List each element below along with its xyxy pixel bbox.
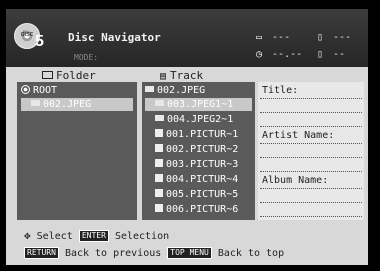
- divider: [260, 126, 362, 127]
- track-file-icon: ▯: [317, 49, 324, 60]
- picture-icon: [155, 189, 163, 197]
- folder-icon: [155, 115, 164, 121]
- back-top-hint: Back to top: [217, 248, 285, 259]
- selection-hint: Selection: [114, 231, 170, 242]
- track-item-label: 003.PICTUR~3: [166, 159, 239, 170]
- time-value: --.--: [272, 49, 303, 60]
- track-value: --: [333, 49, 346, 60]
- track-display: ▯ --: [317, 49, 345, 60]
- folder-item-selected[interactable]: 002.JPEG: [21, 98, 133, 111]
- folder-item[interactable]: ROOT: [21, 84, 133, 97]
- picture-icon: [155, 129, 163, 137]
- divider: [260, 98, 362, 99]
- track-item[interactable]: 002.PICTUR~2: [155, 143, 252, 156]
- time-display: ◷ --.--: [256, 49, 302, 60]
- mode-label: MODE:: [74, 53, 99, 62]
- disc-number: 5: [35, 33, 44, 50]
- folder-list-pane[interactable]: ROOT 002.JPEG: [17, 82, 137, 220]
- folder-outline-icon: [42, 71, 53, 79]
- divider: [260, 171, 362, 172]
- track-item-label: 001.PICTUR~1: [166, 129, 239, 140]
- folder-icon: [145, 86, 154, 92]
- footer-row-2: RETURN Back to previous TOP MENU Back to…: [24, 247, 284, 259]
- folder-outline-icon: ▭: [256, 32, 263, 43]
- divider: [260, 143, 362, 144]
- title-label: Title:: [262, 85, 299, 96]
- track-item[interactable]: 006.PICTUR~6: [155, 203, 252, 216]
- topmenu-key: TOP MENU: [167, 247, 212, 259]
- folder-item-label: ROOT: [33, 85, 58, 96]
- track-item[interactable]: 001.PICTUR~1: [155, 128, 252, 141]
- file-icon: ▤: [160, 71, 167, 82]
- folder-count-display: ▭ ---: [256, 32, 290, 43]
- info-pane: Title: Artist Name: Album Name:: [258, 82, 364, 220]
- track-item[interactable]: 003.PICTUR~3: [155, 158, 252, 171]
- track-item-label: 003.JPEG1~1: [167, 99, 234, 110]
- track-item-label: 005.PICTUR~5: [166, 189, 239, 200]
- file-icon: ▯: [317, 32, 324, 43]
- divider: [260, 216, 362, 217]
- picture-icon: [155, 159, 163, 167]
- file-count-value: ---: [333, 32, 352, 43]
- folder-column-title: Folder: [56, 69, 96, 82]
- track-list-pane[interactable]: 002.JPEG 003.JPEG1~1 004.JPEG2~1 001.PIC…: [142, 82, 255, 220]
- folder-count-value: ---: [272, 32, 291, 43]
- track-item[interactable]: 002.JPEG: [145, 84, 252, 97]
- artist-label: Artist Name:: [262, 130, 335, 141]
- divider: [260, 202, 362, 203]
- divider: [260, 157, 362, 158]
- back-previous-hint: Back to previous: [64, 248, 162, 259]
- picture-icon: [155, 144, 163, 152]
- track-item-label: 004.JPEG2~1: [167, 114, 234, 125]
- enter-key: ENTER: [78, 230, 109, 242]
- dpad-icon: ✥: [24, 229, 31, 242]
- picture-icon: [155, 174, 163, 182]
- track-column-title: Track: [170, 69, 204, 82]
- picture-icon: [155, 204, 163, 212]
- album-label: Album Name:: [262, 175, 329, 186]
- folder-item-label: 002.JPEG: [43, 99, 92, 110]
- file-count-display: ▯ ---: [317, 32, 351, 43]
- track-column-header: ▤ Track: [160, 69, 203, 82]
- divider: [260, 188, 362, 189]
- track-item-label: 004.PICTUR~4: [166, 174, 239, 185]
- app-title: Disc Navigator: [68, 31, 161, 44]
- folder-icon: [155, 100, 164, 106]
- radio-icon: [21, 84, 30, 94]
- track-item[interactable]: 004.PICTUR~4: [155, 173, 252, 186]
- clock-icon: ◷: [256, 49, 263, 60]
- return-key: RETURN: [24, 247, 59, 259]
- track-item-label: 002.JPEG: [157, 85, 206, 96]
- track-item-selected[interactable]: 003.JPEG1~1: [145, 98, 252, 111]
- header-bar: disc 5 Disc Navigator MODE: ▭ --- ▯ --- …: [6, 9, 368, 67]
- track-item-label: 002.PICTUR~2: [166, 144, 239, 155]
- select-hint: Select: [36, 231, 73, 242]
- folder-column-header: Folder: [42, 69, 96, 82]
- divider: [260, 112, 362, 113]
- footer-row-1: ✥ Select ENTER Selection: [24, 229, 169, 242]
- track-item[interactable]: 005.PICTUR~5: [155, 188, 252, 201]
- folder-icon: [31, 100, 40, 106]
- track-item-label: 006.PICTUR~6: [166, 204, 239, 215]
- track-item[interactable]: 004.JPEG2~1: [155, 113, 252, 126]
